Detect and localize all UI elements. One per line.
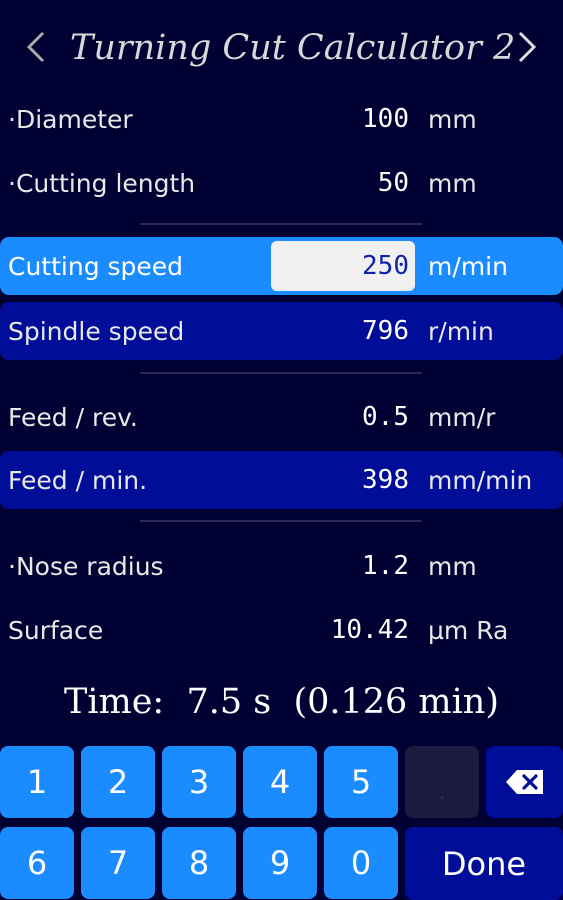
feed-rev-row[interactable]: Feed / rev. 0.5 mm/r: [0, 389, 563, 445]
header: Turning Cut Calculator 2: [0, 0, 563, 92]
key-7[interactable]: 7: [81, 827, 155, 899]
nose-radius-label: ·Nose radius: [8, 551, 164, 581]
cutting-speed-label: Cutting speed: [8, 251, 184, 281]
done-button[interactable]: Done: [405, 827, 563, 900]
cutting-length-value[interactable]: 50: [378, 168, 409, 198]
key-5[interactable]: 5: [324, 746, 398, 818]
key-8[interactable]: 8: [162, 827, 236, 899]
decimal-key[interactable]: .: [405, 746, 479, 818]
key-2[interactable]: 2: [81, 746, 155, 818]
diameter-label: ·Diameter: [8, 104, 133, 134]
cutting-length-unit: mm: [428, 168, 477, 198]
divider: [140, 372, 422, 374]
cutting-speed-value[interactable]: 250: [362, 251, 409, 281]
cutting-speed-unit: m/min: [428, 251, 508, 281]
feed-min-value[interactable]: 398: [362, 465, 409, 495]
nose-radius-row[interactable]: ·Nose radius 1.2 mm: [0, 538, 563, 594]
feed-min-unit: mm/min: [428, 465, 533, 495]
key-0[interactable]: 0: [324, 827, 398, 899]
surface-label: Surface: [8, 615, 104, 645]
surface-unit: µm Ra: [428, 615, 509, 645]
spindle-speed-row[interactable]: Spindle speed 796 r/min: [0, 302, 563, 360]
feed-rev-value[interactable]: 0.5: [362, 402, 409, 432]
key-1[interactable]: 1: [0, 746, 74, 818]
backspace-key[interactable]: [486, 746, 563, 818]
spindle-speed-label: Spindle speed: [8, 316, 185, 346]
key-3[interactable]: 3: [162, 746, 236, 818]
divider: [140, 223, 422, 225]
key-9[interactable]: 9: [243, 827, 317, 899]
decimal-key-label: .: [438, 777, 446, 805]
feed-rev-label: Feed / rev.: [8, 402, 138, 432]
cutting-length-row[interactable]: ·Cutting length 50 mm: [0, 155, 563, 211]
key-4[interactable]: 4: [243, 746, 317, 818]
chevron-left-icon[interactable]: [16, 22, 56, 72]
app-title: Turning Cut Calculator 2: [70, 28, 516, 68]
nose-radius-unit: mm: [428, 551, 477, 581]
spindle-speed-value[interactable]: 796: [362, 316, 409, 346]
divider: [140, 520, 422, 522]
feed-min-label: Feed / min.: [8, 465, 148, 495]
key-6[interactable]: 6: [0, 827, 74, 899]
cutting-length-label: ·Cutting length: [8, 168, 196, 198]
surface-value: 10.42: [330, 615, 409, 645]
feed-rev-unit: mm/r: [428, 402, 496, 432]
time-result: Time: 7.5 s (0.126 min): [63, 682, 500, 722]
nose-radius-value[interactable]: 1.2: [362, 551, 409, 581]
spindle-speed-unit: r/min: [428, 316, 494, 346]
diameter-unit: mm: [428, 104, 477, 134]
diameter-value[interactable]: 100: [362, 104, 409, 134]
cutting-speed-row[interactable]: Cutting speed 250 m/min: [0, 237, 563, 295]
chevron-right-icon[interactable]: [507, 22, 547, 72]
backspace-icon: [505, 770, 543, 794]
surface-row: Surface 10.42 µm Ra: [0, 602, 563, 658]
diameter-row[interactable]: ·Diameter 100 mm: [0, 91, 563, 147]
feed-min-row[interactable]: Feed / min. 398 mm/min: [0, 451, 563, 509]
